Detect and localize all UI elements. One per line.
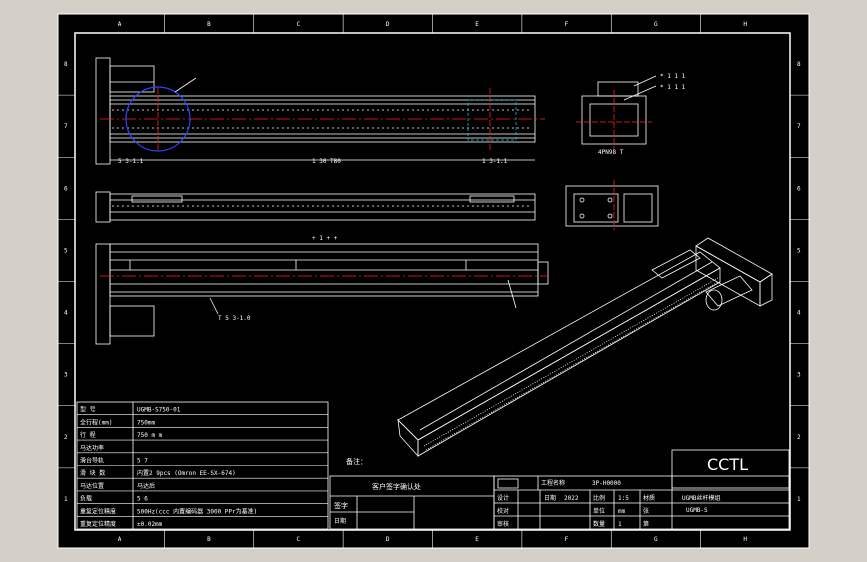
company-name: CCTL — [707, 455, 748, 474]
confirm-sign-label: 签字 — [334, 501, 348, 510]
tb-scale-label: 比例 — [593, 494, 605, 502]
project-label: 工程名称 — [541, 479, 565, 487]
grid-col-label: A — [118, 536, 122, 543]
tb-material-label: 材质 — [643, 494, 655, 502]
spec-label: 全行程(mm) — [80, 418, 112, 426]
spec-value: 内置2 9pcs (Omron EE-SX-674) — [137, 469, 236, 477]
spec-value: 5 7 — [137, 458, 148, 465]
grid-row-label: 2 — [64, 434, 68, 441]
grid-col-label: F — [565, 536, 569, 543]
grid-row-label: 4 — [64, 310, 68, 317]
grid-row-label: 6 — [797, 185, 801, 192]
spec-value: 5 6 — [137, 496, 148, 503]
tb-approve: 审核 — [497, 520, 509, 528]
grid-row-label: 1 — [64, 496, 68, 503]
grid-col-label: H — [743, 536, 747, 543]
grid-row-label: 4 — [797, 310, 801, 317]
grid-col-label: G — [654, 536, 658, 543]
spec-label: 重复定位精度 — [80, 507, 116, 515]
grid-col-label: H — [743, 21, 747, 28]
tb-qty: 1 — [618, 521, 622, 528]
top-dim-mid: 1 30 T80 — [312, 158, 341, 165]
grid-row-label: 5 — [797, 247, 801, 254]
confirm-date-label: 日期 — [334, 517, 346, 525]
spec-value: 500Hz(ccc 内置编码器 3000 PPr为基准) — [137, 507, 257, 515]
grid-col-label: C — [296, 536, 300, 543]
tb-date: 2022 — [564, 495, 579, 502]
overall-length: + 1 + + — [312, 235, 338, 242]
tb-of-label: 第 — [643, 520, 649, 528]
spec-label: 型 号 — [80, 406, 96, 414]
drawing-canvas — [58, 14, 809, 548]
tb-qty-label: 数量 — [593, 520, 605, 528]
spec-label: 重复定位精度 — [80, 520, 116, 528]
grid-row-label: 8 — [797, 61, 801, 68]
spec-value: 750 m m — [137, 432, 163, 439]
drawing-no: UGMB-S — [686, 507, 708, 514]
grid-col-label: E — [475, 21, 479, 28]
cad-drawing-sheet: A A B B C C D D E E F F G G H H 8 8 7 7 6 6 5 5 4 4 3 3 2 2 1 1 5 3-1.… — [57, 13, 810, 549]
front-side-note: T 5 3-1.0 — [218, 315, 251, 322]
spec-label: 马达位置 — [80, 482, 104, 490]
spec-value: 750mm — [137, 419, 155, 426]
tb-unit-label: 单位 — [593, 507, 605, 515]
spec-label: 行 程 — [80, 431, 96, 439]
grid-col-label: E — [475, 536, 479, 543]
end-dim-1: * 1 1 1 — [660, 73, 686, 80]
grid-row-label: 8 — [64, 61, 68, 68]
tb-design: 设计 — [497, 494, 509, 502]
grid-row-label: 1 — [797, 496, 801, 503]
grid-col-label: B — [207, 21, 211, 28]
tb-date-label: 日期 — [544, 494, 556, 502]
spec-value: UGMB-S750-01 — [137, 407, 181, 414]
drawing-name: UGMB丝杆模组 — [682, 494, 720, 502]
confirm-title: 客户签字确认处 — [372, 482, 421, 491]
grid-col-label: B — [207, 536, 211, 543]
grid-row-label: 3 — [797, 372, 801, 379]
end-dim-2: * 1 1 1 — [660, 84, 686, 91]
spec-label: 滑台导轨 — [80, 457, 104, 465]
special-note: 备注： — [346, 457, 367, 466]
tb-unit: mm — [618, 508, 626, 515]
grid-row-label: 7 — [64, 123, 68, 130]
end-view-label: 4PN98 T — [598, 149, 624, 156]
tb-check: 校对 — [497, 507, 509, 515]
grid-row-label: 5 — [64, 247, 68, 254]
grid-row-label: 2 — [797, 434, 801, 441]
grid-col-label: F — [565, 21, 569, 28]
spec-label: 负载 — [80, 495, 92, 503]
grid-row-label: 6 — [64, 185, 68, 192]
spec-label: 滑 块 数 — [80, 469, 105, 477]
grid-col-label: C — [296, 21, 300, 28]
top-dim-right: 1 3-1.1 — [482, 158, 508, 165]
grid-col-label: A — [118, 21, 122, 28]
grid-col-label: D — [386, 21, 390, 28]
spec-label: 马达功率 — [80, 444, 104, 452]
grid-col-label: D — [386, 536, 390, 543]
grid-col-label: G — [654, 21, 658, 28]
spec-value: 马达后 — [137, 482, 155, 490]
tb-sheet-label: 张 — [643, 507, 649, 515]
tb-scale: 1:5 — [618, 495, 629, 502]
grid-row-label: 7 — [797, 123, 801, 130]
spec-value: ±0.02mm — [137, 521, 163, 528]
top-dim-left: 5 3-1.1 — [118, 158, 144, 165]
project-value: 3P-H0000 — [592, 480, 621, 487]
grid-row-label: 3 — [64, 372, 68, 379]
